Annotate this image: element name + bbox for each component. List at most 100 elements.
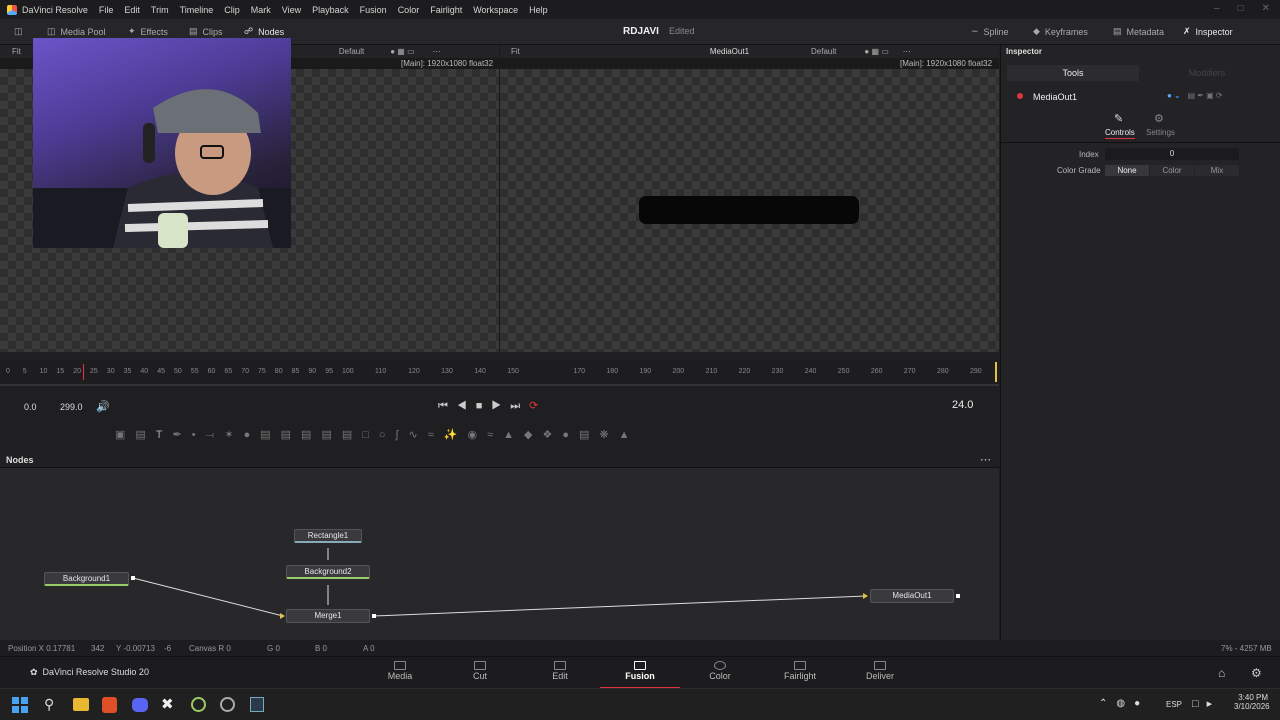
tray-icons[interactable]: ⌃◍●	[1099, 698, 1149, 709]
page-media[interactable]: Media	[360, 657, 440, 689]
loop-icon[interactable]: ⟳	[529, 400, 547, 412]
end-time[interactable]: 299.0	[60, 402, 83, 412]
menu-file[interactable]: File	[99, 5, 114, 15]
right-fit-select[interactable]: Fit	[511, 47, 520, 56]
node-background2[interactable]: Background2	[286, 565, 370, 579]
windows-start-icon[interactable]	[12, 697, 28, 713]
go-to-start-icon[interactable]: ⏮	[438, 400, 457, 412]
stop-icon[interactable]: ■	[476, 400, 492, 412]
page-deliver[interactable]: Deliver	[840, 657, 920, 689]
grade-none-button[interactable]: None	[1105, 165, 1149, 176]
menu-view[interactable]: View	[282, 5, 301, 15]
windows-taskbar: ⚲ ✖ ⌃◍● ESP □▸ 3:40 PM 3/10/2026	[0, 688, 1280, 720]
node-background1[interactable]: Background1	[44, 572, 129, 586]
go-to-end-icon[interactable]: ⏭	[510, 400, 529, 412]
settings-tab[interactable]: Settings	[1146, 128, 1175, 137]
start-time[interactable]: 0.0	[24, 402, 37, 412]
menu-workspace[interactable]: Workspace	[473, 5, 518, 15]
fps-display[interactable]: 24.0	[952, 399, 973, 411]
ruler-tick-label: 90	[308, 368, 317, 375]
page-cut[interactable]: Cut	[440, 657, 520, 689]
maximize-icon[interactable]: □	[1238, 3, 1244, 14]
right-viewer-more-icon[interactable]: ⋯	[903, 47, 911, 56]
nodes-more-icon[interactable]: ⋯	[980, 453, 991, 466]
left-viewer-options-icon[interactable]: ● ▦ ▭	[390, 47, 414, 56]
settings-icon[interactable]: ⚙	[1154, 112, 1164, 125]
grade-mix-button[interactable]: Mix	[1195, 165, 1239, 176]
index-field[interactable]: 0	[1105, 148, 1239, 160]
system-icons[interactable]: □▸	[1192, 697, 1220, 710]
canvas-g: G 0	[267, 644, 280, 653]
app-icon-obs[interactable]	[220, 697, 235, 712]
node-mediaout1[interactable]: MediaOut1	[870, 589, 954, 603]
close-icon[interactable]: ✕	[1262, 3, 1270, 14]
nodes-title: Nodes	[6, 455, 34, 465]
cut-page-icon	[474, 661, 486, 670]
page-fusion[interactable]: Fusion	[600, 657, 680, 689]
page-edit[interactable]: Edit	[520, 657, 600, 689]
clock[interactable]: 3:40 PM 3/10/2026	[1234, 693, 1270, 711]
node-rectangle1[interactable]: Rectangle1	[294, 529, 362, 543]
play-reverse-icon[interactable]: ◀	[457, 400, 476, 412]
menu-mark[interactable]: Mark	[251, 5, 271, 15]
home-icon[interactable]: ⌂	[1218, 666, 1225, 680]
menu-fusion[interactable]: Fusion	[360, 5, 387, 15]
ruler-tick-label: 40	[140, 368, 149, 375]
brand-label: DaVinci Resolve Studio 20	[42, 667, 149, 677]
keyframes-button[interactable]: ◆ Keyframes	[1033, 26, 1088, 37]
capcut-icon[interactable]: ✖	[161, 695, 174, 713]
tab-tools[interactable]: Tools	[1007, 65, 1139, 81]
ruler-tick-label: 35	[123, 368, 132, 375]
keyframes-icon: ◆	[1033, 26, 1040, 36]
menu-timeline[interactable]: Timeline	[180, 5, 214, 15]
time-ruler[interactable]: 0 5 10 15 20 25 30 35 40 45 50 55 60 65 70 75 80 85 90 95 10…	[0, 360, 999, 386]
effects-button[interactable]: ✦ Effects	[128, 26, 168, 37]
left-lut-select[interactable]: Default	[339, 47, 364, 56]
spline-button[interactable]: ∼ Spline	[971, 26, 1009, 37]
ruler-tick-label: 190	[639, 368, 652, 375]
controls-icon[interactable]: ✎	[1114, 112, 1123, 125]
menu-color[interactable]: Color	[398, 5, 420, 15]
ruler-tick-label: 45	[157, 368, 165, 375]
tab-modifiers[interactable]: Modifiers	[1141, 65, 1273, 81]
controls-tab[interactable]: Controls	[1105, 128, 1135, 139]
file-explorer-icon[interactable]	[73, 698, 89, 711]
brave-browser-icon[interactable]	[102, 697, 117, 713]
grade-color-button[interactable]: Color	[1150, 165, 1194, 176]
left-fit-select[interactable]: Fit	[12, 47, 21, 56]
davinci-taskbar-icon[interactable]	[250, 697, 264, 712]
search-icon[interactable]: ⚲	[44, 696, 54, 713]
range-end-marker[interactable]	[995, 362, 997, 382]
page-color[interactable]: Color	[680, 657, 760, 689]
discord-icon[interactable]	[132, 698, 148, 712]
playhead[interactable]	[83, 364, 84, 380]
menu-fairlight[interactable]: Fairlight	[430, 5, 462, 15]
inspector-button[interactable]: ✗ Inspector	[1183, 26, 1233, 37]
menu-trim[interactable]: Trim	[151, 5, 169, 15]
node-merge1[interactable]: Merge1	[286, 609, 370, 623]
settings-gear-icon[interactable]: ⚙	[1251, 666, 1262, 680]
node-editor[interactable]: Rectangle1 Background2 Background1 Merge…	[0, 468, 999, 640]
metadata-button[interactable]: ▤ Metadata	[1113, 26, 1164, 37]
panel-toggle-icon[interactable]: ◫	[14, 26, 23, 37]
page-fairlight[interactable]: Fairlight	[760, 657, 840, 689]
nodes-button[interactable]: ☍ Nodes	[244, 26, 284, 37]
clips-button[interactable]: ▤ Clips	[189, 26, 223, 37]
left-viewer-more-icon[interactable]: ⋯	[433, 47, 441, 56]
tool-header-icons[interactable]: ● ⌄ ▤ ✒ ▣ ⟳	[1167, 91, 1223, 100]
inspector-label: Inspector	[1195, 26, 1233, 37]
menu-edit[interactable]: Edit	[124, 5, 140, 15]
right-viewer-options-icon[interactable]: ● ▦ ▭	[864, 47, 888, 56]
language-indicator[interactable]: ESP	[1166, 700, 1182, 709]
play-icon[interactable]: ▶	[491, 400, 510, 412]
page-deliver-label: Deliver	[865, 671, 894, 681]
menu-clip[interactable]: Clip	[224, 5, 240, 15]
app-icon-green[interactable]	[191, 697, 206, 712]
right-lut-select[interactable]: Default	[811, 47, 836, 56]
audio-icon[interactable]: 🔊	[96, 400, 110, 413]
tool-icons[interactable]: ▣▤T✒•⤙✶●▤▤▤▤▤□○∫∿≈✨◉≈▲◆❖●▤❋▲	[115, 428, 639, 442]
minimize-icon[interactable]: –	[1214, 3, 1220, 14]
menu-playback[interactable]: Playback	[312, 5, 349, 15]
media-pool-button[interactable]: ◫ Media Pool	[47, 26, 106, 37]
menu-help[interactable]: Help	[529, 5, 548, 15]
